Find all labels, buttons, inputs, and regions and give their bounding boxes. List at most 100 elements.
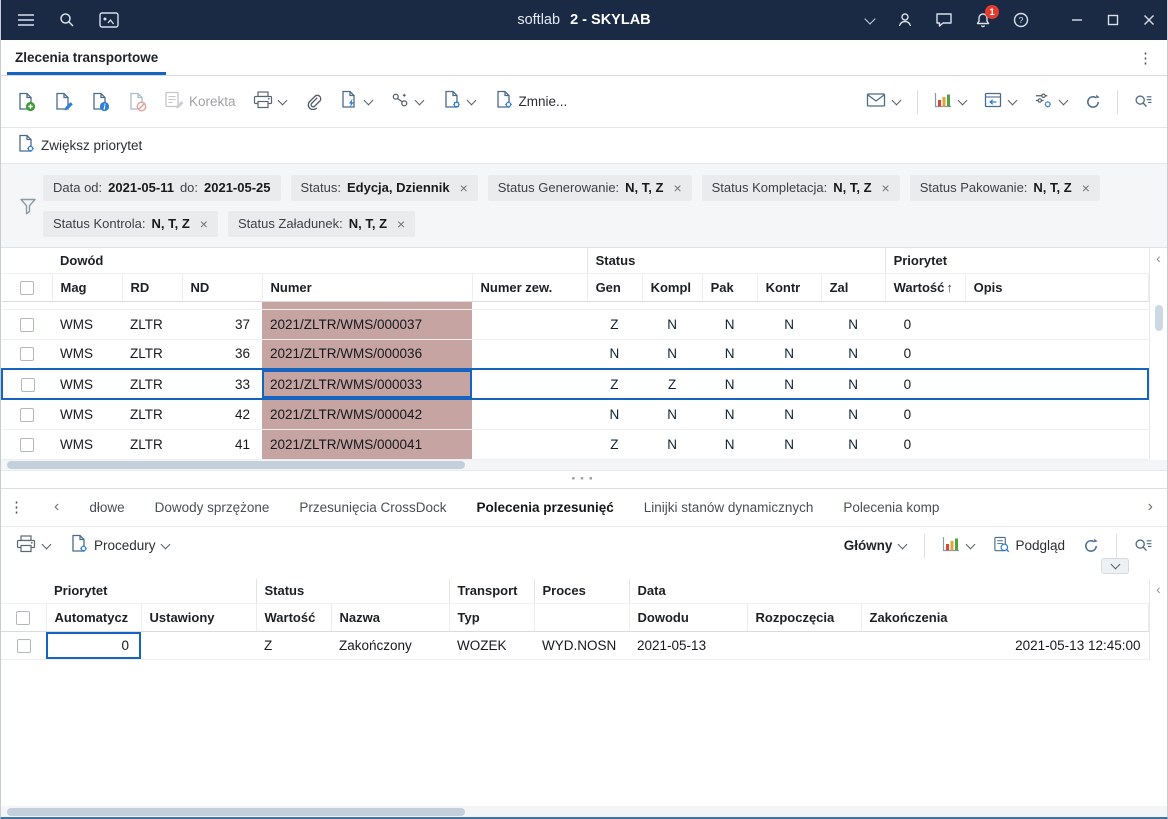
analysis-button[interactable] (929, 87, 972, 116)
detail-tab-dowody-sprzezone[interactable]: Dowody sprzężone (155, 500, 270, 515)
zwieksz-priorytet-button[interactable]: Zwiększ priorytet (11, 129, 147, 162)
col-rozpoczecia[interactable]: Rozpoczęcia (747, 603, 862, 632)
col-zakonczenia[interactable]: Zakończenia (861, 603, 1150, 632)
cell-kompl[interactable]: N (642, 399, 703, 430)
chip-close-icon[interactable]: × (673, 180, 681, 196)
cell-nazwa[interactable]: Zakończony (331, 631, 450, 660)
relations-button[interactable] (386, 87, 430, 117)
layout-button[interactable] (979, 87, 1022, 116)
col-numer[interactable]: Numer (262, 273, 473, 302)
detail-tab-clipped[interactable]: dłowe (89, 500, 124, 515)
cell-ustawiony[interactable] (141, 631, 256, 660)
cell-nd[interactable]: 41 (182, 429, 262, 460)
cell-wartosc[interactable]: 0 (885, 309, 966, 340)
row-checkbox[interactable] (20, 317, 34, 332)
settings-dropdown-icon[interactable] (1058, 100, 1068, 104)
col-gen[interactable]: Gen (587, 273, 643, 302)
filter-chip-zaladunek[interactable]: Status Załadunek: N, T, Z × (227, 210, 416, 237)
row-checkbox[interactable] (20, 437, 34, 452)
cell-pak[interactable]: N (702, 429, 758, 460)
cell-proces[interactable]: WYD.NOSN (534, 631, 630, 660)
col-automatyczny[interactable]: Automatycz (46, 603, 142, 632)
cell-wartosc[interactable]: 0 (885, 339, 966, 370)
scrollbar-thumb[interactable] (7, 807, 465, 816)
cell-gen[interactable]: N (587, 339, 643, 370)
procedury-button[interactable]: Procedury (64, 529, 176, 562)
cell-kompl[interactable]: Z (642, 368, 703, 400)
session-dropdown-icon[interactable] (865, 18, 875, 23)
filter-chip-date[interactable]: Data od: 2021-05-11 do: 2021-05-25 (43, 174, 281, 201)
minimize-button[interactable] (1071, 14, 1083, 26)
cell-rd[interactable]: ZLTR (122, 429, 182, 460)
cell-wartosc[interactable]: 0 (885, 368, 966, 400)
cell-numer-zew[interactable] (472, 339, 588, 370)
col-wartosc[interactable]: Wartość (256, 603, 332, 632)
detail-refresh-button[interactable] (1078, 533, 1104, 559)
print-button[interactable] (248, 86, 293, 117)
cell-rd[interactable]: ZLTR (122, 339, 182, 370)
col-proces[interactable] (534, 603, 630, 632)
cell-kompl[interactable]: N (642, 339, 703, 370)
detail-search-button[interactable] (1129, 533, 1157, 558)
chip-close-icon[interactable]: × (882, 180, 890, 196)
col-kompl[interactable]: Kompl (642, 273, 703, 302)
cell-kontr[interactable]: N (757, 368, 822, 400)
layout-dropdown-icon[interactable] (1007, 100, 1017, 104)
cell-zakonczenia[interactable]: 2021-05-13 12:45:00 (861, 631, 1149, 660)
row-checkbox[interactable] (20, 347, 34, 362)
send-dropdown-icon[interactable] (891, 100, 901, 104)
cell-typ[interactable]: WOZEK (449, 631, 535, 660)
select-all-checkbox[interactable] (19, 280, 34, 295)
detail-tabs-menu-icon[interactable]: ⋮ (9, 498, 24, 516)
tab-zlecenia-transportowe[interactable]: Zlecenia transportowe (1, 40, 172, 75)
detail-horizontal-scrollbar[interactable] (1, 806, 1167, 817)
cell-nd[interactable]: 37 (182, 309, 262, 340)
splitter-handle[interactable]: ··· (1, 470, 1167, 489)
document-operations-button[interactable] (437, 85, 482, 118)
col-opis[interactable]: Opis (965, 273, 1149, 302)
cell-opis[interactable] (965, 399, 1148, 430)
maximize-button[interactable] (1107, 14, 1119, 26)
relations-dropdown-icon[interactable] (415, 100, 425, 104)
cell-zal[interactable]: N (821, 309, 886, 340)
table-row[interactable]: WMS ZLTR 42 2021/ZLTR/WMS/000042 N N N N… (2, 399, 1148, 430)
cell-rozpoczecia[interactable] (747, 631, 862, 660)
cell-mag[interactable]: WMS (52, 429, 122, 460)
cell-gen[interactable]: Z (587, 309, 643, 340)
cell-nd[interactable]: 42 (182, 399, 262, 430)
cell-rd[interactable]: ZLTR (122, 368, 182, 400)
send-button[interactable] (861, 87, 906, 116)
cell-pak[interactable]: N (702, 368, 758, 400)
view-selector-button[interactable]: Główny (839, 533, 913, 558)
cell-gen[interactable]: N (587, 399, 643, 430)
print-dropdown-icon[interactable] (41, 544, 51, 548)
cell-numer[interactable]: 2021/ZLTR/WMS/000036 (262, 339, 472, 370)
view-selector-dropdown-icon[interactable] (897, 544, 907, 548)
document-info-button[interactable]: i (85, 87, 115, 117)
col-typ[interactable]: Typ (449, 603, 535, 632)
table-row[interactable]: WMS ZLTR 36 2021/ZLTR/WMS/000036 N N N N… (2, 339, 1148, 370)
row-checkbox[interactable] (20, 407, 34, 422)
collapse-panel-left-icon[interactable]: ‹ (1156, 251, 1161, 265)
cell-kontr[interactable]: N (757, 399, 822, 430)
cell-numer-zew[interactable] (472, 368, 588, 400)
scrollbar-thumb[interactable] (7, 461, 465, 469)
filter-chip-kontrola[interactable]: Status Kontrola: N, T, Z × (43, 210, 218, 237)
col-nazwa[interactable]: Nazwa (331, 603, 450, 632)
col-mag[interactable]: Mag (52, 273, 123, 302)
cell-kompl[interactable]: N (642, 429, 703, 460)
window-switcher-icon[interactable] (99, 12, 119, 28)
close-button[interactable] (1143, 14, 1155, 26)
cell-zal[interactable]: N (821, 368, 886, 400)
row-checkbox[interactable] (16, 639, 31, 654)
tabs-scroll-left-icon[interactable]: ‹ (54, 498, 59, 516)
print-dropdown-icon[interactable] (278, 100, 288, 104)
cell-nd[interactable]: 33 (182, 368, 262, 400)
cell-zal[interactable]: N (821, 399, 886, 430)
cell-kontr[interactable]: N (757, 339, 822, 370)
analysis-dropdown-icon[interactable] (957, 100, 967, 104)
col-pak[interactable]: Pak (702, 273, 758, 302)
cell-automatyczny-focused[interactable]: 0 (46, 631, 141, 660)
filter-chip-pakowanie[interactable]: Status Pakowanie: N, T, Z × (909, 174, 1100, 201)
search-icon[interactable] (59, 12, 75, 28)
